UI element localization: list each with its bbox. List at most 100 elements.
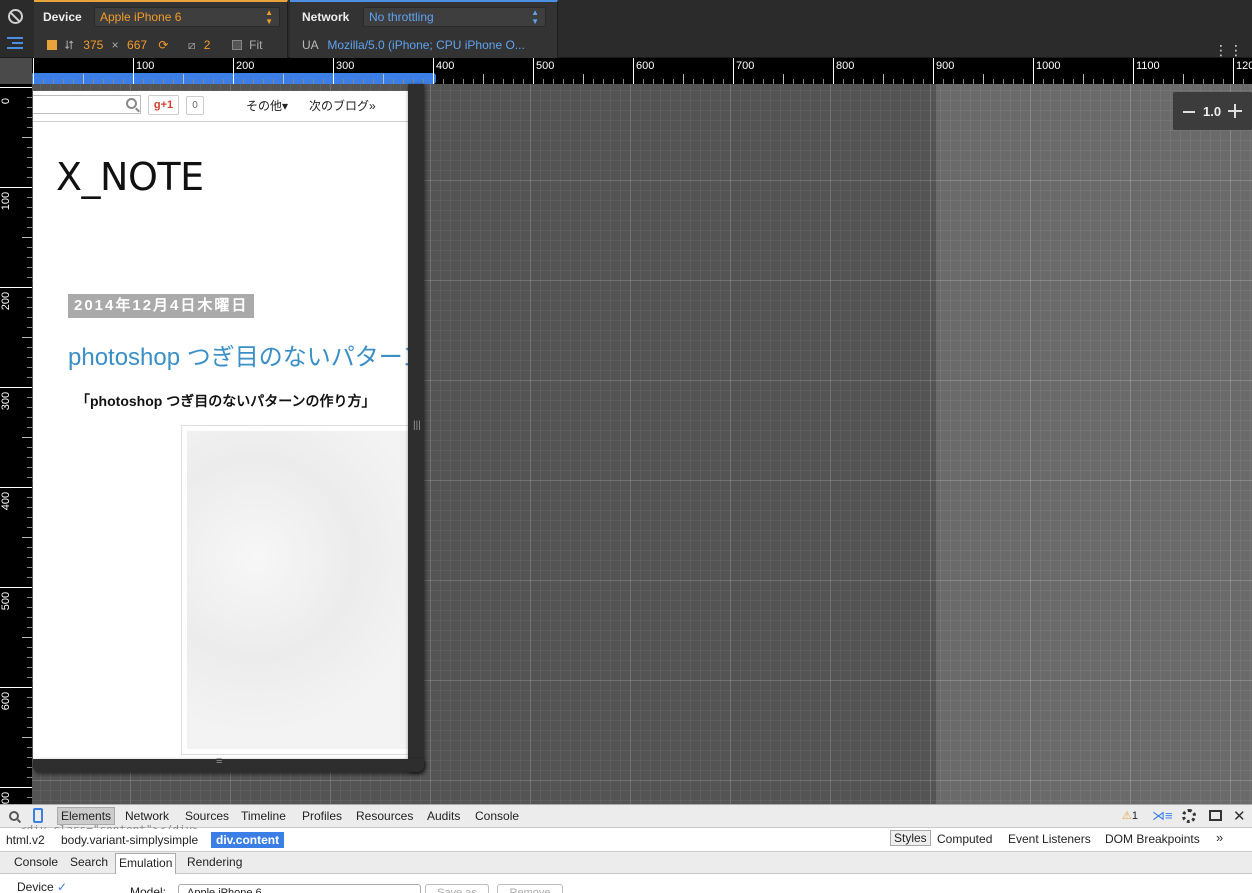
drawer-tab-search[interactable]: Search [67, 855, 111, 869]
drawer-tab-emulation[interactable]: Emulation [115, 853, 177, 874]
emulation-device-section[interactable]: Device ✓ [17, 880, 67, 893]
warning-icon: ⚠ [1122, 810, 1132, 822]
next-blog-link[interactable]: 次のブログ» [309, 97, 376, 114]
ruler-tick [683, 74, 684, 84]
tab-dom-breakpoints[interactable]: DOM Breakpoints [1105, 832, 1200, 846]
tab-computed[interactable]: Computed [937, 832, 992, 846]
crumb-html[interactable]: html.v2 [6, 833, 45, 847]
ruler-tick [633, 58, 634, 84]
ruler-label: 700 [0, 791, 12, 804]
disable-emulation-icon[interactable] [8, 9, 23, 24]
tab-event-listeners[interactable]: Event Listeners [1008, 832, 1091, 846]
device-metrics-row: ⮃ 375 × 667 ⟳ ⧄ 2 Fit [47, 38, 263, 53]
console-drawer-icon[interactable]: ⋊≡ [1152, 808, 1173, 824]
settings-gear-icon[interactable] [1182, 809, 1196, 823]
warnings-counter[interactable]: ⚠1 [1122, 809, 1138, 822]
post-date: 2014年12月4日木曜日 [68, 294, 255, 318]
save-as-button[interactable]: Save as [425, 884, 489, 893]
device-select[interactable]: Apple iPhone 6 ▲ ▼ [94, 7, 280, 27]
resolution-checkbox[interactable] [47, 40, 57, 50]
device-mode-icon[interactable] [33, 808, 43, 823]
ruler-tick [22, 337, 32, 338]
network-select[interactable]: No throttling ▲ ▼ [363, 7, 546, 27]
ruler-label: 700 [736, 60, 755, 72]
check-icon: ✓ [57, 880, 68, 893]
more-tabs-icon[interactable]: » [1216, 830, 1223, 845]
drawer-tab-console[interactable]: Console [11, 855, 61, 869]
emulation-drawer: Device ✓ Model: Apple iPhone 6 Save as R… [0, 874, 1252, 893]
horizontal-ruler: 100 200 300 400 500 600 700 800 900 1000 1100 1200 [32, 58, 1252, 84]
viewport-resize-handle-bottom[interactable]: ≡ [33, 755, 424, 772]
post-intro: 「photoshop つぎ目のないパターンの作り方」 [76, 393, 376, 409]
width-field[interactable]: 375 [83, 38, 103, 52]
fit-checkbox[interactable] [231, 40, 242, 50]
tab-network[interactable]: Network [122, 808, 172, 824]
nav-more-menu[interactable]: その他▾ [246, 97, 288, 114]
height-field[interactable]: 667 [127, 38, 147, 52]
blog-title[interactable]: X_NOTE [56, 155, 204, 199]
ua-row: UA Mozilla/5.0 (iPhone; CPU iPhone O... [302, 38, 525, 52]
ruler-tick [533, 58, 534, 84]
dock-side-icon[interactable] [1209, 810, 1222, 821]
ruler-tick [783, 74, 784, 84]
ruler-label: 300 [336, 60, 355, 72]
ruler-label: 100 [136, 60, 155, 72]
post-title[interactable]: photoshop つぎ目のないパターンの作り方 [68, 337, 408, 372]
ruler-label: 400 [0, 491, 12, 511]
close-devtools-icon[interactable]: ✕ [1233, 807, 1246, 825]
post-image [181, 425, 408, 755]
crumb-body[interactable]: body.variant-simplysimple [61, 833, 198, 847]
crumb-div-content[interactable]: div.content [211, 832, 285, 848]
ruler-label: 0 [0, 97, 12, 105]
times-sign: × [111, 38, 119, 52]
inspect-element-icon[interactable] [9, 811, 19, 821]
ruler-tick [933, 58, 934, 84]
tab-resources[interactable]: Resources [353, 808, 416, 824]
ruler-tick [1183, 74, 1184, 84]
select-arrows-icon: ▲ ▼ [531, 8, 539, 26]
ruler-tick [1233, 58, 1234, 84]
ruler-tick [233, 58, 234, 84]
ruler-label: 100 [0, 191, 12, 211]
swap-dimensions-icon[interactable]: ⟳ [158, 38, 168, 52]
device-label: Device [43, 10, 82, 24]
viewport-resize-handle-right[interactable]: ||| [408, 84, 424, 772]
gplus-count: 0 [186, 96, 204, 115]
ruler-tick [183, 74, 184, 84]
ruler-tick [22, 537, 32, 538]
drawer-tab-rendering[interactable]: Rendering [184, 855, 245, 869]
search-icon[interactable] [126, 98, 137, 109]
fit-label: Fit [249, 38, 263, 52]
ruler-label: 800 [836, 60, 855, 72]
media-queries-icon[interactable] [7, 37, 23, 49]
ruler-tick [333, 58, 334, 84]
ruler-tick [133, 58, 134, 84]
ua-field[interactable]: Mozilla/5.0 (iPhone; CPU iPhone O... [327, 38, 524, 52]
vertical-ruler: 0 100 200 300 400 500 600 700 [0, 84, 32, 804]
tab-styles[interactable]: Styles [890, 830, 931, 846]
zoom-out-icon[interactable] [1183, 111, 1195, 113]
ua-label: UA [302, 38, 319, 52]
tab-audits[interactable]: Audits [424, 808, 463, 824]
select-arrows-icon: ▲ ▼ [265, 8, 273, 26]
tab-sources[interactable]: Sources [182, 808, 232, 824]
zoom-in-icon[interactable] [1228, 104, 1242, 118]
model-select[interactable]: Apple iPhone 6 [178, 884, 421, 893]
tab-console[interactable]: Console [472, 808, 522, 824]
ruler-tick [1033, 58, 1034, 84]
resize-icon: ⮃ [64, 38, 74, 52]
model-label: Model: [130, 885, 167, 893]
gplus-button[interactable]: g+1 [148, 95, 179, 115]
dpr-field[interactable]: 2 [204, 38, 211, 52]
ruler-label: 200 [236, 60, 255, 72]
ruler-tick [1133, 58, 1134, 84]
tab-profiles[interactable]: Profiles [299, 808, 345, 824]
toolbar-left-icons [0, 0, 32, 58]
device-viewport[interactable]: g+1 0 その他▾ 次のブログ» X_NOTE 2014年12月4日木曜日 p… [33, 91, 408, 759]
tab-timeline[interactable]: Timeline [238, 808, 289, 824]
navbar-search-input[interactable] [33, 95, 141, 114]
remove-button[interactable]: Remove [497, 884, 563, 893]
network-select-value: No throttling [369, 10, 434, 24]
more-options-icon[interactable]: ⋮⋮ [1214, 42, 1244, 59]
ruler-tick [383, 74, 384, 84]
